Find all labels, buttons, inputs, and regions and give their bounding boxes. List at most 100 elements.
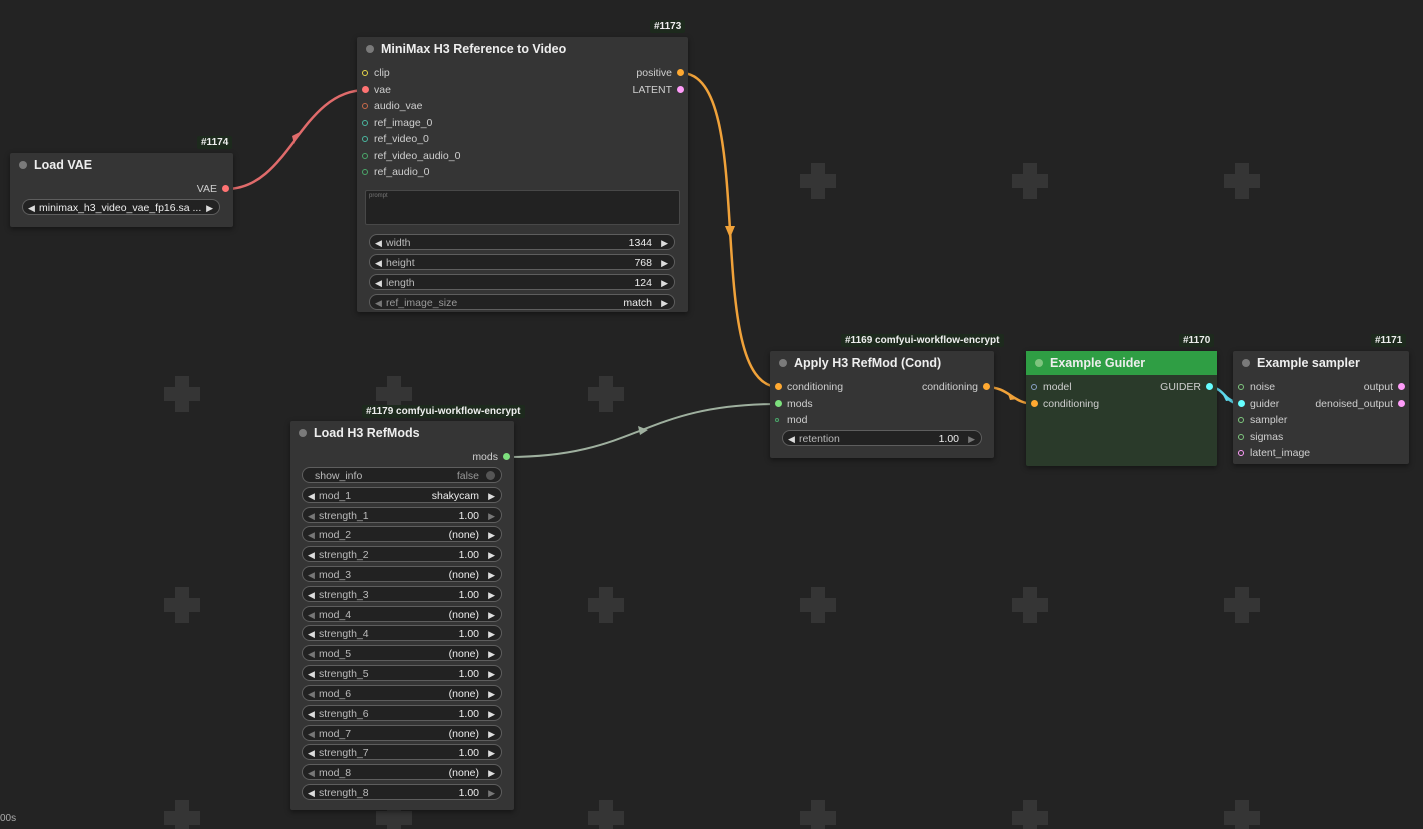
input-slot-ref-audio[interactable]: ref_audio_0 <box>362 165 429 179</box>
arrow-right-icon[interactable]: ▶ <box>488 646 495 662</box>
arrow-left-icon[interactable]: ◀ <box>308 607 315 623</box>
node-example-guider[interactable]: Example Guider model conditioning GUIDER <box>1026 351 1217 466</box>
arrow-right-icon[interactable]: ▶ <box>488 726 495 742</box>
slot-connector[interactable] <box>362 169 368 175</box>
arrow-left-icon[interactable]: ◀ <box>308 547 315 563</box>
slot-connector[interactable] <box>677 86 684 93</box>
graph-canvas[interactable]: #1174 Load VAE VAE ◀ minimax_h3_video_va… <box>0 0 1423 829</box>
slot-connector[interactable] <box>1206 383 1213 390</box>
mod-5-select[interactable]: ◀ mod_5 (none) ▶ <box>302 645 502 661</box>
arrow-right-icon[interactable]: ▶ <box>488 547 495 563</box>
arrow-left-icon[interactable]: ◀ <box>308 726 315 742</box>
input-slot-clip[interactable]: clip <box>362 66 390 80</box>
arrow-right-icon[interactable]: ▶ <box>488 527 495 543</box>
node-load-refmods[interactable]: Load H3 RefMods mods show_info false ◀ mod… <box>290 421 514 810</box>
mod-7-select[interactable]: ◀ mod_7 (none) ▶ <box>302 725 502 741</box>
prompt-textarea[interactable]: prompt <box>365 190 680 225</box>
node-example-sampler[interactable]: Example sampler noise guider sampler sig… <box>1233 351 1409 464</box>
node-title-bar[interactable]: Example Guider <box>1026 351 1217 375</box>
arrow-left-icon[interactable]: ◀ <box>375 295 382 311</box>
length-widget[interactable]: ◀ length 124 ▶ <box>369 274 675 290</box>
arrow-right-icon[interactable]: ▶ <box>488 745 495 761</box>
arrow-left-icon[interactable]: ◀ <box>788 431 795 447</box>
slot-connector[interactable] <box>1238 434 1244 440</box>
strength-8-widget[interactable]: ◀ strength_8 1.00 ▶ <box>302 784 502 800</box>
input-slot-conditioning[interactable]: conditioning <box>1031 397 1099 411</box>
slot-connector[interactable] <box>362 153 368 159</box>
node-ref-to-video[interactable]: MiniMax H3 Reference to Video clip vae a… <box>357 37 688 312</box>
node-title-bar[interactable]: Example sampler <box>1233 351 1409 375</box>
slot-connector[interactable] <box>1031 400 1038 407</box>
show-info-toggle[interactable]: show_info false <box>302 467 502 483</box>
input-slot-sampler[interactable]: sampler <box>1238 413 1287 427</box>
strength-1-widget[interactable]: ◀ strength_1 1.00 ▶ <box>302 507 502 523</box>
input-slot-ref-video[interactable]: ref_video_0 <box>362 132 429 146</box>
collapse-dot-icon[interactable] <box>1242 359 1250 367</box>
slot-connector[interactable] <box>1238 417 1244 423</box>
input-slot-latent-image[interactable]: latent_image <box>1238 446 1310 460</box>
slot-connector[interactable] <box>362 70 368 76</box>
node-title-bar[interactable]: Load H3 RefMods <box>290 421 514 445</box>
slot-connector[interactable] <box>362 120 368 126</box>
arrow-right-icon[interactable]: ▶ <box>488 626 495 642</box>
arrow-left-icon[interactable]: ◀ <box>308 666 315 682</box>
collapse-dot-icon[interactable] <box>19 161 27 169</box>
arrow-right-icon[interactable]: ▶ <box>206 200 213 216</box>
input-slot-noise[interactable]: noise <box>1238 380 1275 394</box>
slot-connector[interactable] <box>775 418 779 422</box>
arrow-left-icon[interactable]: ◀ <box>308 567 315 583</box>
slot-connector[interactable] <box>983 383 990 390</box>
arrow-left-icon[interactable]: ◀ <box>308 626 315 642</box>
arrow-left-icon[interactable]: ◀ <box>308 587 315 603</box>
output-slot-guider[interactable]: GUIDER <box>1160 380 1213 394</box>
arrow-right-icon[interactable]: ▶ <box>488 508 495 524</box>
input-slot-sigmas[interactable]: sigmas <box>1238 430 1283 444</box>
output-slot-output[interactable]: output <box>1364 380 1405 394</box>
slot-connector[interactable] <box>1398 383 1405 390</box>
arrow-left-icon[interactable]: ◀ <box>308 527 315 543</box>
arrow-right-icon[interactable]: ▶ <box>968 431 975 447</box>
strength-4-widget[interactable]: ◀ strength_4 1.00 ▶ <box>302 625 502 641</box>
slot-connector[interactable] <box>1238 450 1244 456</box>
slot-connector[interactable] <box>362 103 368 109</box>
node-title-bar[interactable]: Apply H3 RefMod (Cond) <box>770 351 994 375</box>
arrow-right-icon[interactable]: ▶ <box>488 666 495 682</box>
arrow-right-icon[interactable]: ▶ <box>661 235 668 251</box>
slot-connector[interactable] <box>775 383 782 390</box>
slot-connector[interactable] <box>362 136 368 142</box>
mod-4-select[interactable]: ◀ mod_4 (none) ▶ <box>302 606 502 622</box>
slot-connector[interactable] <box>775 400 782 407</box>
arrow-left-icon[interactable]: ◀ <box>28 200 35 216</box>
ref-image-size-select[interactable]: ◀ ref_image_size match ▶ <box>369 294 675 310</box>
arrow-left-icon[interactable]: ◀ <box>308 745 315 761</box>
collapse-dot-icon[interactable] <box>366 45 374 53</box>
toggle-knob[interactable] <box>486 471 495 480</box>
arrow-left-icon[interactable]: ◀ <box>308 785 315 801</box>
arrow-left-icon[interactable]: ◀ <box>375 235 382 251</box>
input-slot-mods[interactable]: mods <box>775 397 813 411</box>
output-slot-conditioning[interactable]: conditioning <box>922 380 990 394</box>
slot-connector[interactable] <box>222 185 229 192</box>
vae-name-select[interactable]: ◀ minimax_h3_video_vae_fp16.sa ... ▶ <box>22 199 220 215</box>
arrow-right-icon[interactable]: ▶ <box>661 275 668 291</box>
strength-2-widget[interactable]: ◀ strength_2 1.00 ▶ <box>302 546 502 562</box>
input-slot-ref-image[interactable]: ref_image_0 <box>362 116 432 130</box>
slot-connector[interactable] <box>677 69 684 76</box>
input-slot-mod[interactable]: mod <box>775 413 807 427</box>
strength-5-widget[interactable]: ◀ strength_5 1.00 ▶ <box>302 665 502 681</box>
arrow-left-icon[interactable]: ◀ <box>308 686 315 702</box>
input-slot-ref-video-audio[interactable]: ref_video_audio_0 <box>362 149 460 163</box>
output-slot-positive[interactable]: positive <box>636 66 684 80</box>
arrow-left-icon[interactable]: ◀ <box>308 706 315 722</box>
arrow-right-icon[interactable]: ▶ <box>488 567 495 583</box>
arrow-right-icon[interactable]: ▶ <box>488 765 495 781</box>
arrow-right-icon[interactable]: ▶ <box>488 607 495 623</box>
slot-connector[interactable] <box>1398 400 1405 407</box>
node-apply-refmod[interactable]: Apply H3 RefMod (Cond) conditioning mods… <box>770 351 994 458</box>
output-slot-mods[interactable]: mods <box>472 450 510 464</box>
strength-3-widget[interactable]: ◀ strength_3 1.00 ▶ <box>302 586 502 602</box>
input-slot-model[interactable]: model <box>1031 380 1072 394</box>
width-widget[interactable]: ◀ width 1344 ▶ <box>369 234 675 250</box>
input-slot-audio-vae[interactable]: audio_vae <box>362 99 422 113</box>
arrow-left-icon[interactable]: ◀ <box>308 765 315 781</box>
